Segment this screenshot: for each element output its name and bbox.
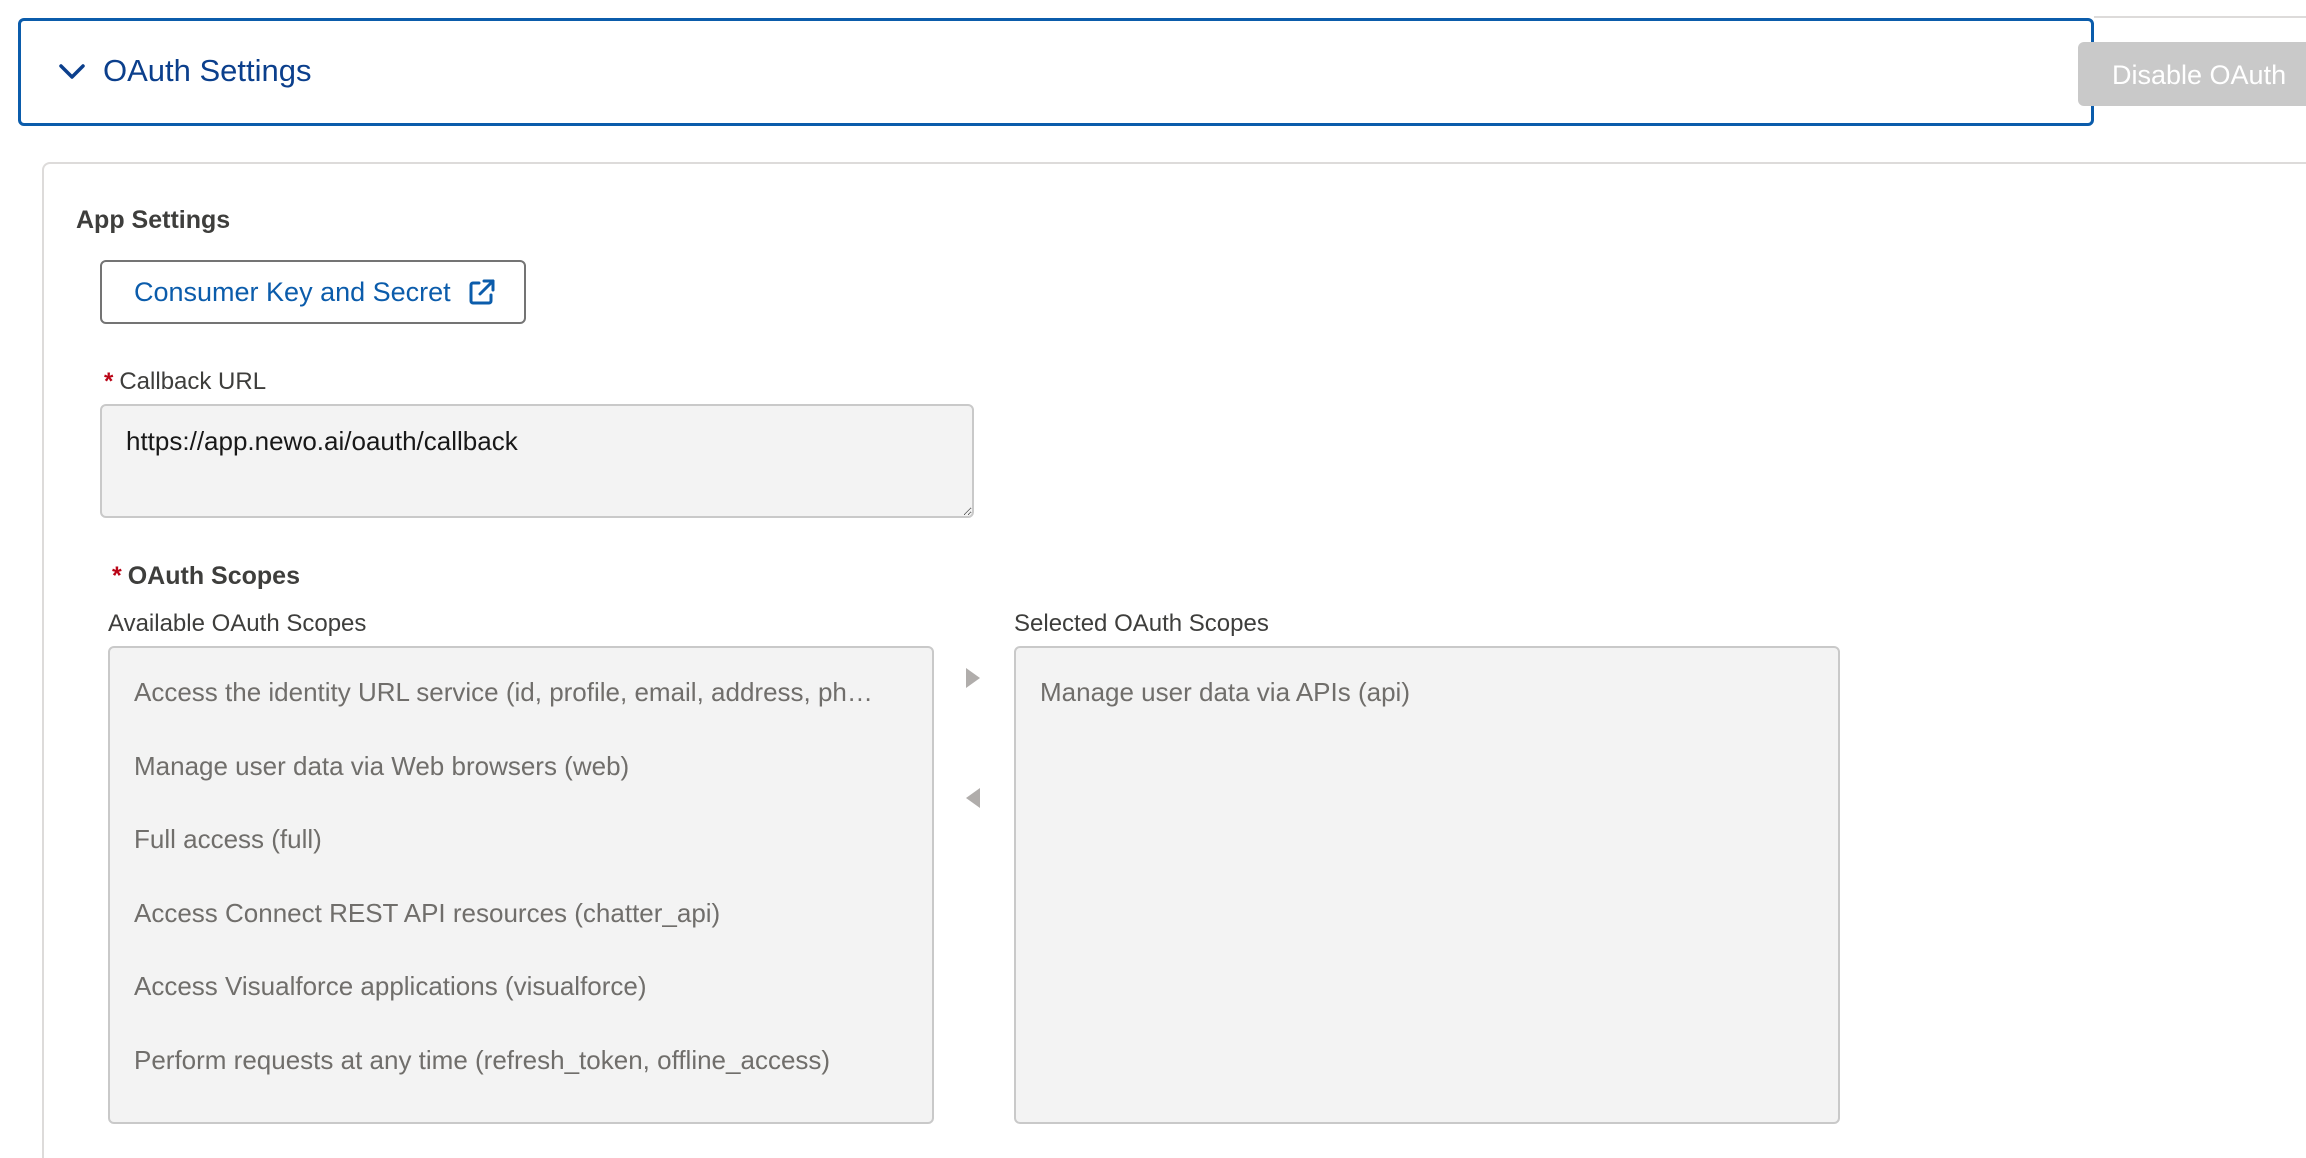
callback-url-field[interactable]: https://app.newo.ai/oauth/callback xyxy=(100,404,974,518)
section-title: OAuth Settings xyxy=(103,53,312,88)
oauth-section-header[interactable]: OAuth Settings xyxy=(18,18,2094,126)
selected-scopes-label: Selected OAuth Scopes xyxy=(1014,610,1269,637)
oauth-scopes-heading-text: OAuth Scopes xyxy=(127,562,300,590)
required-marker: * xyxy=(104,368,114,395)
oauth-scopes-heading: * OAuth Scopes xyxy=(112,562,300,591)
list-item[interactable]: Manage user data via Web browsers (web) xyxy=(110,736,932,810)
chevron-down-icon[interactable] xyxy=(57,56,87,86)
available-scopes-list[interactable]: Access the identity URL service (id, pro… xyxy=(108,646,934,1124)
move-to-available-button[interactable] xyxy=(958,778,988,818)
triangle-left-icon xyxy=(966,788,980,808)
consumer-key-secret-label: Consumer Key and Secret xyxy=(134,276,451,307)
available-scopes-label: Available OAuth Scopes xyxy=(108,610,367,637)
disable-oauth-button[interactable]: Disable OAuth xyxy=(2078,42,2306,106)
callback-url-label-text: Callback URL xyxy=(119,368,267,395)
list-item[interactable]: Access Visualforce applications (visualf… xyxy=(110,956,932,1030)
selected-scopes-list[interactable]: Manage user data via APIs (api) xyxy=(1014,646,1840,1124)
app-settings-heading: App Settings xyxy=(76,206,231,234)
move-to-selected-button[interactable] xyxy=(958,658,988,698)
oauth-settings-page: OAuth Settings Disable OAuth App Setting… xyxy=(0,0,2306,1158)
header-divider xyxy=(2094,16,2306,18)
callback-url-label: * Callback URL xyxy=(104,368,266,396)
external-link-icon xyxy=(467,277,497,307)
list-item[interactable]: Access Connect REST API resources (chatt… xyxy=(110,883,932,957)
triangle-right-icon xyxy=(966,668,980,688)
list-item[interactable]: Perform requests at any time (refresh_to… xyxy=(110,1030,932,1104)
section-toggle[interactable]: OAuth Settings xyxy=(57,49,312,93)
consumer-key-secret-button[interactable]: Consumer Key and Secret xyxy=(100,260,526,324)
list-item[interactable]: Access the identity URL service (id, pro… xyxy=(110,662,932,736)
list-item[interactable]: Manage user data via APIs (api) xyxy=(1016,662,1838,736)
required-marker: * xyxy=(112,562,122,590)
list-item[interactable]: Full access (full) xyxy=(110,809,932,883)
